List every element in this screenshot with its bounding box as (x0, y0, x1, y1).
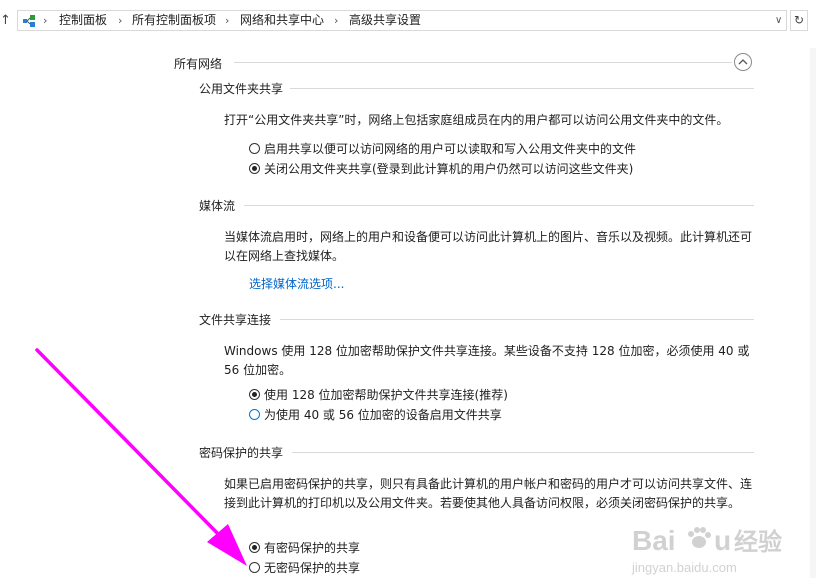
radio-option-password-on[interactable]: 有密码保护的共享 (249, 539, 360, 555)
radio-button[interactable] (249, 541, 260, 553)
radio-button[interactable] (249, 388, 260, 400)
section-divider (244, 205, 754, 206)
section-divider (280, 319, 754, 320)
file-sharing-description: Windows 使用 128 位加密帮助保护文件共享连接。某些设备不支持 128… (224, 344, 750, 377)
radio-button[interactable] (249, 162, 260, 174)
public-folder-description: 打开“公用文件夹共享”时，网络上包括家庭组成员在内的用户都可以访问公用文件夹中的… (224, 113, 729, 127)
radio-label: 无密码保护的共享 (264, 560, 361, 575)
media-streaming-options-link[interactable]: 选择媒体流选项... (249, 275, 344, 292)
network-icon (23, 15, 35, 27)
chevron-right-icon: › (43, 14, 48, 27)
section-title-file-sharing: 文件共享连接 (199, 313, 272, 327)
svg-text:jingyan.baidu.com: jingyan.baidu.com (631, 560, 737, 575)
group-title: 所有网络 (174, 57, 223, 71)
breadcrumb-advanced-sharing[interactable]: 高级共享设置 (349, 13, 421, 28)
radio-label: 使用 128 位加密帮助保护文件共享连接(推荐) (264, 387, 508, 402)
scrollbar-thumb[interactable] (810, 48, 816, 578)
chevron-down-icon[interactable]: ∨ (775, 13, 782, 28)
refresh-icon[interactable]: ↻ (790, 10, 808, 31)
svg-text:经验: 经验 (734, 528, 782, 556)
radio-option-password-off[interactable]: 无密码保护的共享 (249, 559, 360, 575)
radio-button[interactable] (249, 408, 260, 420)
chevron-up-icon[interactable] (734, 53, 752, 71)
section-divider (292, 452, 754, 453)
svg-text:u: u (714, 525, 731, 556)
address-toolbar: ↑ › 控制面板 › 所有控制面板项 › 网络和共享中心 › 高级共享设置 ∨ … (0, 0, 821, 42)
radio-label: 有密码保护的共享 (264, 540, 361, 555)
radio-button[interactable] (249, 561, 260, 573)
breadcrumb-network-center[interactable]: 网络和共享中心 (240, 13, 324, 28)
address-bar[interactable]: › 控制面板 › 所有控制面板项 › 网络和共享中心 › 高级共享设置 ∨ (17, 10, 787, 31)
radio-option-40-56bit[interactable]: 为使用 40 或 56 位加密的设备启用文件共享 (249, 406, 502, 422)
radio-button[interactable] (249, 142, 260, 154)
baidu-watermark-logo: Bai u 经验 jingyan.baidu.com (631, 525, 782, 575)
breadcrumb-all-items[interactable]: 所有控制面板项 (132, 13, 216, 28)
radio-option-128bit[interactable]: 使用 128 位加密帮助保护文件共享连接(推荐) (249, 386, 508, 402)
radio-option-disable-public-sharing[interactable]: 关闭公用文件夹共享(登录到此计算机的用户仍然可以访问这些文件夹) (249, 160, 633, 176)
chevron-right-icon[interactable]: › (225, 13, 229, 28)
chevron-right-icon[interactable]: › (334, 13, 338, 28)
breadcrumb-control-panel[interactable]: 控制面板 (59, 13, 107, 28)
up-arrow-icon[interactable]: ↑ (0, 13, 14, 29)
password-sharing-description: 如果已启用密码保护的共享，则只有具备此计算机的用户帐户和密码的用户才可以访问共享… (224, 477, 753, 510)
section-title-media-streaming: 媒体流 (199, 199, 236, 213)
radio-label: 为使用 40 或 56 位加密的设备启用文件共享 (264, 407, 502, 422)
group-divider (234, 62, 732, 63)
section-title-password-sharing: 密码保护的共享 (199, 446, 284, 460)
section-title-public-folder: 公用文件夹共享 (199, 82, 284, 96)
chevron-right-icon[interactable]: › (118, 13, 122, 28)
radio-label: 启用共享以便可以访问网络的用户可以读取和写入公用文件夹中的文件 (264, 141, 637, 156)
media-streaming-description: 当媒体流启用时，网络上的用户和设备便可以访问此计算机上的图片、音乐以及视频。此计… (224, 230, 753, 263)
radio-option-enable-public-sharing[interactable]: 启用共享以便可以访问网络的用户可以读取和写入公用文件夹中的文件 (249, 140, 636, 156)
section-divider (290, 88, 754, 89)
svg-text:Bai: Bai (632, 525, 676, 556)
radio-label: 关闭公用文件夹共享(登录到此计算机的用户仍然可以访问这些文件夹) (264, 161, 634, 176)
